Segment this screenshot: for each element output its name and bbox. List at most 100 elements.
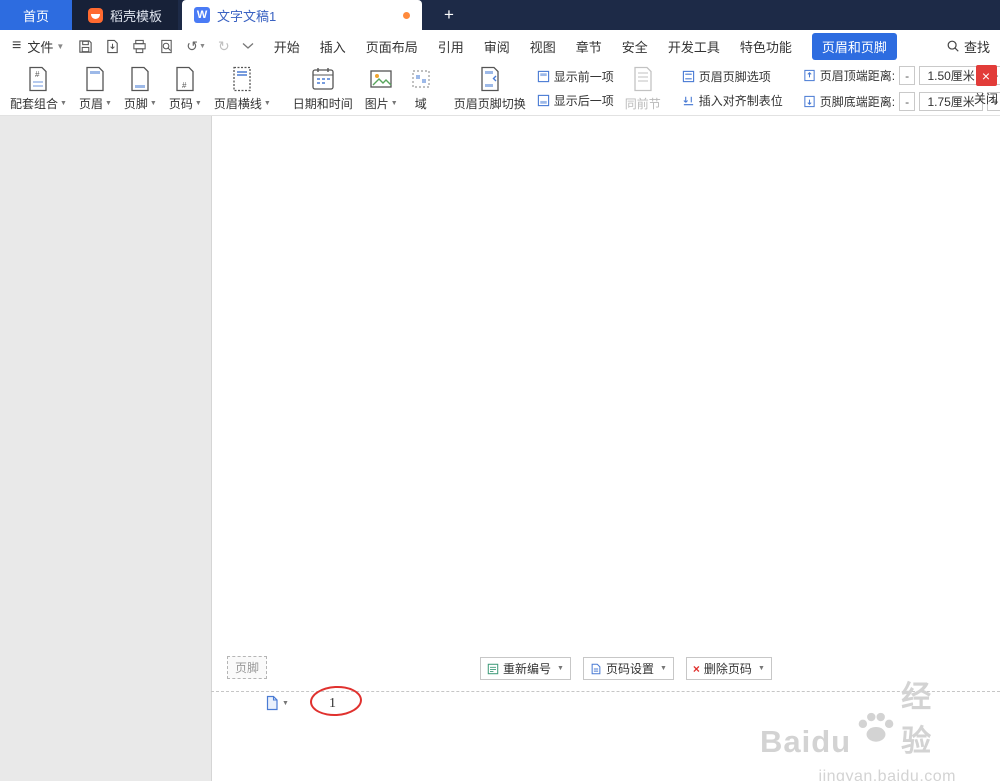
chevron-down-icon: ▼ xyxy=(149,99,157,107)
footer-bottom-distance-label: 页脚底端距离: xyxy=(819,95,896,109)
calendar-icon xyxy=(312,67,334,90)
options-group: 页眉页脚选项 插入对齐制表位 xyxy=(677,64,788,113)
field-button[interactable]: 域 xyxy=(404,64,438,113)
print-icon[interactable] xyxy=(132,39,147,54)
tab-view[interactable]: 视图 xyxy=(530,37,556,56)
chevron-down-icon: ▼ xyxy=(659,665,667,672)
home-tab[interactable]: 首页 xyxy=(0,0,72,30)
svg-text:#: # xyxy=(182,81,187,90)
ribbon-tab-strip: 开始 插入 页面布局 引用 审阅 视图 章节 安全 开发工具 特色功能 页眉和页… xyxy=(274,32,897,60)
picture-button[interactable]: 图片 ▼ xyxy=(359,64,404,113)
footer-button[interactable]: 页脚 ▼ xyxy=(118,64,163,113)
same-as-previous-button: 同前节 xyxy=(619,64,667,113)
main-menu-icon[interactable]: ≡ xyxy=(12,37,21,55)
header-footer-options-button[interactable]: 页眉页脚选项 xyxy=(682,68,783,85)
docer-template-tab[interactable]: 稻壳模板 xyxy=(72,0,179,30)
header-footer-switch-button[interactable]: 页眉页脚切换 xyxy=(448,64,532,113)
document-workspace: 页脚 重新编号 ▼ 页码设置 ▼ × 删除页码 ▼ ▼ 1 Baidu 经验 j… xyxy=(0,116,1000,781)
header-top-decrement-button[interactable]: - xyxy=(899,66,916,85)
footer-region-tag: 页脚 xyxy=(227,656,268,679)
tab-header-footer-active[interactable]: 页眉和页脚 xyxy=(811,32,897,60)
footer-context-toolbar: 重新编号 ▼ 页码设置 ▼ × 删除页码 ▼ xyxy=(480,657,772,680)
tab-dev-tools[interactable]: 开发工具 xyxy=(668,37,720,56)
undo-icon[interactable]: ↺ ▼ xyxy=(186,38,206,55)
window-tabbar: 首页 稻壳模板 W 文字文稿1 + xyxy=(0,0,1000,30)
tab-references[interactable]: 引用 xyxy=(438,37,464,56)
chevron-down-icon[interactable]: ▼ xyxy=(199,43,206,50)
chevron-down-icon: ▼ xyxy=(557,665,564,672)
tab-insert[interactable]: 插入 xyxy=(320,37,346,56)
close-icon[interactable]: × xyxy=(975,65,997,86)
new-tab-button[interactable]: + xyxy=(422,0,454,30)
page-number-settings-button[interactable]: 页码设置 ▼ xyxy=(582,657,674,680)
search-icon xyxy=(946,39,960,53)
same-as-previous-icon xyxy=(634,66,652,91)
paw-icon xyxy=(855,706,897,748)
file-menu[interactable]: 文件 xyxy=(27,37,53,56)
insert-tab-stop-button[interactable]: 插入对齐制表位 xyxy=(682,92,783,109)
chevron-down-icon[interactable]: ▼ xyxy=(56,42,64,51)
page-number-icon: # xyxy=(176,66,194,91)
save-icon[interactable] xyxy=(78,39,93,54)
delete-page-number-label: 删除页码 xyxy=(703,662,752,676)
field-icon xyxy=(412,69,430,88)
datetime-label: 日期和时间 xyxy=(292,96,353,111)
svg-text:#: # xyxy=(35,70,40,79)
find-button[interactable]: 查找 xyxy=(946,37,990,56)
tab-page-layout[interactable]: 页面布局 xyxy=(366,37,418,56)
chevron-down-icon: ▼ xyxy=(104,99,112,107)
chevron-down-icon: ▼ xyxy=(263,99,271,107)
combo-set-label: 配套组合 xyxy=(10,96,59,111)
watermark-suffix: 经验 xyxy=(901,681,932,758)
header-footer-options-icon xyxy=(682,70,694,83)
header-label: 页眉 xyxy=(78,96,103,111)
combo-set-button[interactable]: # 配套组合 ▼ xyxy=(4,64,73,113)
print-preview-icon[interactable] xyxy=(159,39,174,54)
show-next-icon xyxy=(537,94,549,107)
footer-bottom-distance-icon xyxy=(804,95,815,108)
show-next-label: 显示后一项 xyxy=(553,94,614,108)
header-icon xyxy=(86,66,105,91)
tab-start[interactable]: 开始 xyxy=(274,37,300,56)
combo-set-icon: # xyxy=(29,66,48,91)
show-previous-button[interactable]: 显示前一项 xyxy=(537,68,614,85)
chevron-down-icon: ▼ xyxy=(194,99,202,107)
wps-writer-icon: W xyxy=(194,7,211,23)
header-line-button[interactable]: 页眉横线 ▼ xyxy=(208,64,277,113)
page-number-button[interactable]: # 页码 ▼ xyxy=(163,64,208,113)
header-button[interactable]: 页眉 ▼ xyxy=(73,64,118,113)
chevron-down-icon: ▼ xyxy=(282,699,289,707)
header-footer-switch-icon xyxy=(481,66,499,91)
page-number-format-button[interactable]: ▼ xyxy=(265,695,289,711)
wps-window: 首页 稻壳模板 W 文字文稿1 + ≡ 文件 ▼ ↺ ▼ ↻ 开始 插入 页面布… xyxy=(0,0,1000,781)
watermark-url: jingyan.baidu.com xyxy=(818,768,956,781)
renumber-button[interactable]: 重新编号 ▼ xyxy=(480,657,571,680)
show-next-button[interactable]: 显示后一项 xyxy=(537,92,614,109)
footer-bottom-decrement-button[interactable]: - xyxy=(899,92,916,111)
picture-label: 图片 xyxy=(364,96,389,111)
header-footer-options-label: 页眉页脚选项 xyxy=(698,70,771,84)
same-as-previous-label: 同前节 xyxy=(624,96,661,111)
tab-security[interactable]: 安全 xyxy=(622,37,648,56)
datetime-button[interactable]: 日期和时间 xyxy=(287,64,359,113)
close-header-footer-group: × 关闭 xyxy=(966,65,1000,107)
show-prev-next-group: 显示前一项 显示后一项 xyxy=(532,64,619,113)
watermark-brand: Baidu xyxy=(760,724,852,759)
document-tab-label: 文字文稿1 xyxy=(217,8,277,24)
delete-page-number-button[interactable]: × 删除页码 ▼ xyxy=(685,657,772,680)
tab-section[interactable]: 章节 xyxy=(576,37,602,56)
tab-review[interactable]: 审阅 xyxy=(484,37,510,56)
document-tab[interactable]: W 文字文稿1 xyxy=(182,0,423,30)
renumber-icon xyxy=(487,663,499,674)
header-footer-switch-label: 页眉页脚切换 xyxy=(453,96,526,111)
tab-special-features[interactable]: 特色功能 xyxy=(740,37,792,56)
header-line-icon xyxy=(233,66,251,91)
toolbar-more-icon[interactable] xyxy=(242,42,254,50)
header-line-label: 页眉横线 xyxy=(213,96,262,111)
export-icon[interactable] xyxy=(105,39,120,54)
delete-icon: × xyxy=(692,661,700,676)
find-label: 查找 xyxy=(963,39,990,55)
picture-icon xyxy=(370,69,392,88)
unsaved-indicator-dot xyxy=(403,11,411,19)
redo-icon[interactable]: ↻ xyxy=(218,38,230,55)
